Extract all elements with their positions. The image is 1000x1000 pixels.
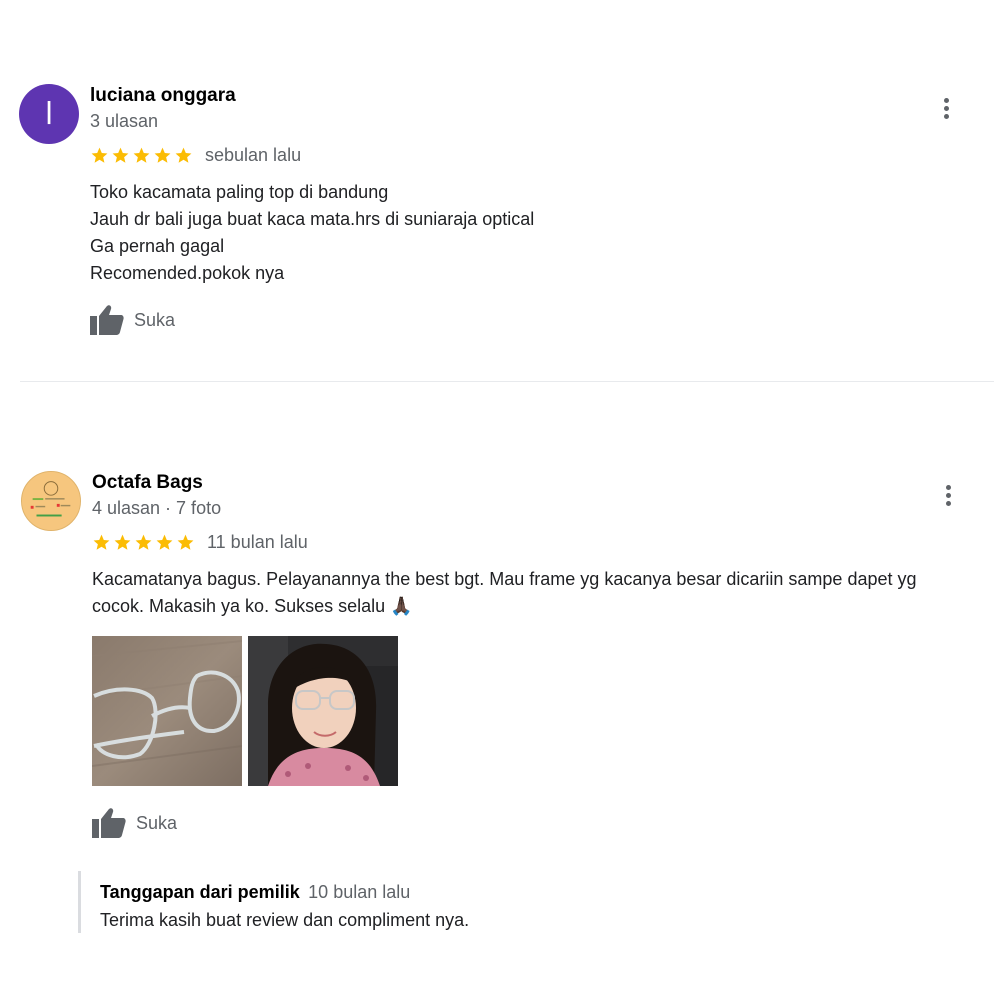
review-text-line: cocok. Makasih ya ko. Sukses selalu 🙏🏿	[92, 596, 413, 616]
rating-row: sebulan lalu	[90, 144, 301, 166]
star-icon	[175, 147, 192, 163]
reviewer-avatar[interactable]: l	[19, 84, 79, 144]
star-rating	[90, 146, 193, 165]
eyeglasses-photo	[92, 636, 242, 786]
owner-reply: Tanggapan dari pemilik 10 bulan lalu Ter…	[78, 871, 469, 933]
rating-row: 11 bulan lalu	[92, 531, 308, 553]
owner-reply-title: Tanggapan dari pemilik	[100, 882, 300, 902]
star-icon	[177, 534, 194, 550]
more-vert-icon	[943, 97, 949, 103]
star-icon	[133, 147, 150, 163]
reviewer-name[interactable]: luciana onggara	[90, 85, 236, 107]
owner-reply-text: Terima kasih buat review dan compliment …	[100, 910, 470, 930]
star-icon	[154, 147, 171, 163]
star-rating	[92, 533, 195, 552]
more-options-button[interactable]	[935, 482, 961, 508]
reviewer-meta: 3 ulasan	[90, 111, 159, 131]
review-photo-glasses[interactable]	[92, 636, 242, 786]
star-icon	[135, 534, 152, 550]
like-button[interactable]: Suka	[90, 305, 175, 335]
thumbs-up-icon	[92, 808, 126, 838]
avatar-letter: l	[44, 96, 54, 132]
review-text: Kacamatanya bagus. Pelayanannya the best…	[92, 566, 992, 620]
star-icon	[91, 147, 108, 163]
review-text: Toko kacamata paling top di bandung Jauh…	[90, 179, 534, 287]
selfie-photo	[248, 636, 398, 786]
like-button[interactable]: Suka	[92, 808, 177, 838]
like-label: Suka	[134, 309, 176, 330]
review-date: sebulan lalu	[205, 144, 302, 165]
star-icon	[93, 534, 110, 550]
review-text-line: Toko kacamata paling top di bandung	[90, 182, 389, 202]
like-label: Suka	[136, 812, 178, 833]
brand-logo-icon	[22, 472, 80, 530]
review-text-line: Ga pernah gagal	[90, 236, 225, 256]
owner-reply-date: 10 bulan lalu	[308, 882, 411, 902]
reviewer-name[interactable]: Octafa Bags	[92, 472, 203, 494]
review-date: 11 bulan lalu	[207, 531, 308, 552]
review-text-line: Kacamatanya bagus. Pelayanannya the best…	[92, 569, 917, 589]
review-divider	[20, 381, 994, 382]
review-photo-selfie[interactable]	[248, 636, 398, 786]
more-options-button[interactable]	[933, 95, 959, 121]
star-icon	[112, 147, 129, 163]
reviewer-avatar[interactable]	[21, 471, 81, 531]
star-icon	[114, 534, 131, 550]
thumbs-up-icon	[90, 305, 124, 335]
star-icon	[156, 534, 173, 550]
review-text-line: Jauh dr bali juga buat kaca mata.hrs di …	[90, 209, 535, 229]
review-text-line: Recomended.pokok nya	[90, 263, 285, 283]
owner-reply-header: Tanggapan dari pemilik 10 bulan lalu	[100, 871, 469, 907]
more-vert-icon	[945, 484, 951, 490]
reviewer-meta: 4 ulasan · 7 foto	[92, 498, 222, 518]
